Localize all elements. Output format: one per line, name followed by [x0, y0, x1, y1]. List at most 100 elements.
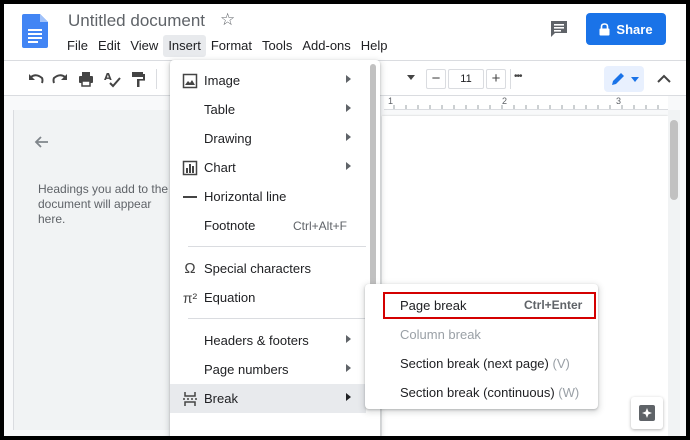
toolbar-separator: [156, 69, 157, 89]
submenu-arrow-icon: [346, 364, 351, 372]
menu-item-break[interactable]: Break: [170, 384, 366, 413]
toolbar-separator: [510, 69, 511, 89]
redo-icon[interactable]: [50, 69, 70, 89]
outline-empty-text: Headings you add to the document will ap…: [38, 182, 169, 226]
submenu-arrow-icon: [346, 162, 351, 170]
menu-item-column-break: Column break: [365, 320, 598, 349]
submenu-arrow-icon: [346, 393, 351, 401]
print-icon[interactable]: [76, 69, 96, 89]
back-arrow-icon[interactable]: [32, 132, 52, 152]
font-size-increase-button[interactable]: +: [486, 69, 506, 89]
spellcheck-icon[interactable]: A: [102, 69, 122, 89]
share-label: Share: [616, 21, 653, 37]
menu-tools[interactable]: Tools: [257, 35, 297, 57]
menu-item-label: Chart: [204, 160, 236, 175]
ruler-ticks: [393, 105, 659, 109]
menu-item-footnote[interactable]: Footnote Ctrl+Alt+F: [170, 211, 366, 240]
menu-item-label: Page numbers: [204, 362, 289, 377]
ruler-label: 2: [502, 96, 508, 106]
svg-text:A: A: [104, 72, 112, 83]
docs-logo-icon[interactable]: [22, 14, 48, 48]
editing-mode-button[interactable]: [604, 66, 644, 92]
font-size-decrease-button[interactable]: −: [426, 69, 446, 89]
menu-scrollbar[interactable]: [370, 64, 376, 290]
menu-item-horizontal-line[interactable]: Horizontal line: [170, 182, 366, 211]
menu-item-headers-footers[interactable]: Headers & footers: [170, 326, 366, 355]
break-icon: [183, 392, 197, 406]
more-options-icon[interactable]: •••: [514, 71, 522, 82]
menu-item-label: Drawing: [204, 131, 252, 146]
submenu-arrow-icon: [346, 133, 351, 141]
menubar: File Edit View Insert Format Tools Add-o…: [62, 35, 393, 57]
pi-icon: π²: [182, 290, 198, 306]
image-icon: [182, 73, 198, 89]
doc-title[interactable]: Untitled document: [68, 11, 205, 31]
menu-item-label: Headers & footers: [204, 333, 309, 348]
pencil-icon: [612, 73, 624, 85]
insert-menu: Image Table Drawing Chart Horizontal lin…: [170, 60, 380, 436]
vertical-ruler[interactable]: [4, 110, 14, 430]
omega-icon: Ω: [184, 260, 196, 277]
submenu-arrow-icon: [346, 104, 351, 112]
scrollbar-thumb[interactable]: [670, 120, 678, 200]
font-size-input[interactable]: 11: [448, 69, 484, 89]
menu-edit[interactable]: Edit: [93, 35, 125, 57]
menu-item-page-numbers[interactable]: Page numbers: [170, 355, 366, 384]
menu-addons[interactable]: Add-ons: [297, 35, 355, 57]
menu-item-shortcut: Ctrl+Alt+F: [293, 219, 348, 233]
menu-item-label: Special characters: [204, 261, 311, 276]
menu-help[interactable]: Help: [356, 35, 393, 57]
menu-item-equation[interactable]: π² Equation: [170, 283, 366, 312]
undo-icon[interactable]: [26, 69, 46, 89]
section-break-continuous-key: (W): [558, 385, 580, 400]
chart-icon: [182, 160, 198, 176]
menu-item-label: Footnote: [204, 218, 256, 233]
app-window: Untitled document ☆ File Edit View Inser…: [4, 4, 686, 436]
menu-item-page-break[interactable]: Page break Ctrl+Enter: [365, 291, 598, 320]
menu-item-image[interactable]: Image: [170, 66, 366, 95]
menu-separator: [188, 318, 366, 319]
chevron-down-icon: [631, 77, 639, 82]
ruler-label: 3: [616, 96, 622, 106]
menu-item-table[interactable]: Table: [170, 95, 366, 124]
horizontal-line-icon: [183, 196, 197, 198]
menu-item-section-break-next-page[interactable]: Section break (next page) (V): [365, 349, 598, 378]
comment-history-icon[interactable]: [548, 18, 570, 40]
vertical-scrollbar[interactable]: [668, 110, 680, 436]
explore-icon: [639, 405, 655, 421]
break-submenu: Page break Ctrl+Enter Column break Secti…: [365, 284, 598, 409]
menu-item-label: Horizontal line: [204, 189, 287, 204]
menu-separator: [188, 246, 366, 247]
header: Untitled document ☆ File Edit View Inser…: [4, 4, 686, 60]
menu-insert[interactable]: Insert: [163, 35, 206, 57]
section-break-continuous-label: Section break (continuous) (W): [400, 385, 579, 400]
menu-item-label: Equation: [204, 290, 256, 305]
menu-file[interactable]: File: [62, 35, 93, 57]
menu-view[interactable]: View: [125, 35, 163, 57]
section-break-next-text: Section break (next page): [400, 356, 549, 371]
collapse-toolbar-icon[interactable]: [654, 69, 674, 89]
star-icon[interactable]: ☆: [220, 10, 235, 30]
page-break-label: Page break: [400, 298, 467, 313]
menu-format[interactable]: Format: [206, 35, 257, 57]
menu-item-drawing[interactable]: Drawing: [170, 124, 366, 153]
dropdown-arrow-icon[interactable]: [407, 75, 415, 81]
menu-item-chart[interactable]: Chart: [170, 153, 366, 182]
explore-button[interactable]: [631, 397, 663, 429]
page-break-shortcut: Ctrl+Enter: [524, 298, 583, 312]
menu-item-label: Break: [204, 391, 238, 406]
horizontal-ruler[interactable]: 1 2 3: [384, 96, 668, 110]
paint-format-icon[interactable]: [128, 69, 148, 89]
share-button[interactable]: Share: [586, 13, 666, 45]
menu-item-section-break-continuous[interactable]: Section break (continuous) (W): [365, 378, 598, 407]
submenu-arrow-icon: [346, 335, 351, 343]
lock-icon: [599, 22, 610, 35]
submenu-arrow-icon: [346, 75, 351, 83]
section-break-next-key: (V): [552, 356, 570, 371]
section-break-next-label: Section break (next page) (V): [400, 356, 570, 371]
column-break-label: Column break: [400, 327, 481, 342]
menu-item-label: Table: [204, 102, 236, 117]
menu-item-label: Image: [204, 73, 241, 88]
section-break-continuous-text: Section break (continuous): [400, 385, 555, 400]
menu-item-special-characters[interactable]: Ω Special characters: [170, 254, 366, 283]
